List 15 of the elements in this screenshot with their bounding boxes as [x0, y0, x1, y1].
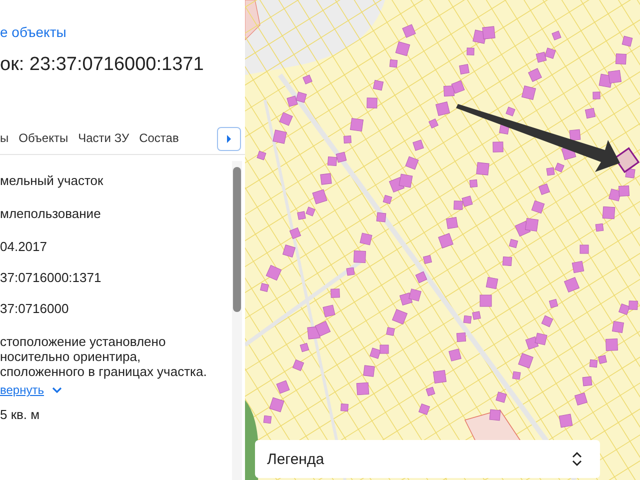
field-value: 37:0716000:1371 [0, 270, 102, 285]
tab[interactable]: Части ЗУ [78, 125, 130, 153]
field-value: мельный участок [0, 173, 104, 188]
tab[interactable]: Состав [139, 125, 179, 153]
parcel-title: ок: 23:37:0716000:1371 [0, 54, 205, 76]
collapse-link[interactable]: вернуть [0, 383, 44, 397]
field-value: 04.2017 [0, 239, 48, 254]
field-value: 5 кв. м [0, 407, 41, 422]
legend-dropdown[interactable]: Легенда [255, 440, 600, 478]
field-value: стоположение установлено носительно ориентира, сположенного в границах участка. [0, 334, 208, 379]
tab[interactable]: Объекты [18, 125, 68, 153]
field-value: 37:0716000 [0, 301, 70, 316]
field-value: млепользование [0, 206, 102, 221]
back-link[interactable]: е объекты [0, 24, 66, 40]
tab[interactable]: ы [0, 125, 9, 153]
